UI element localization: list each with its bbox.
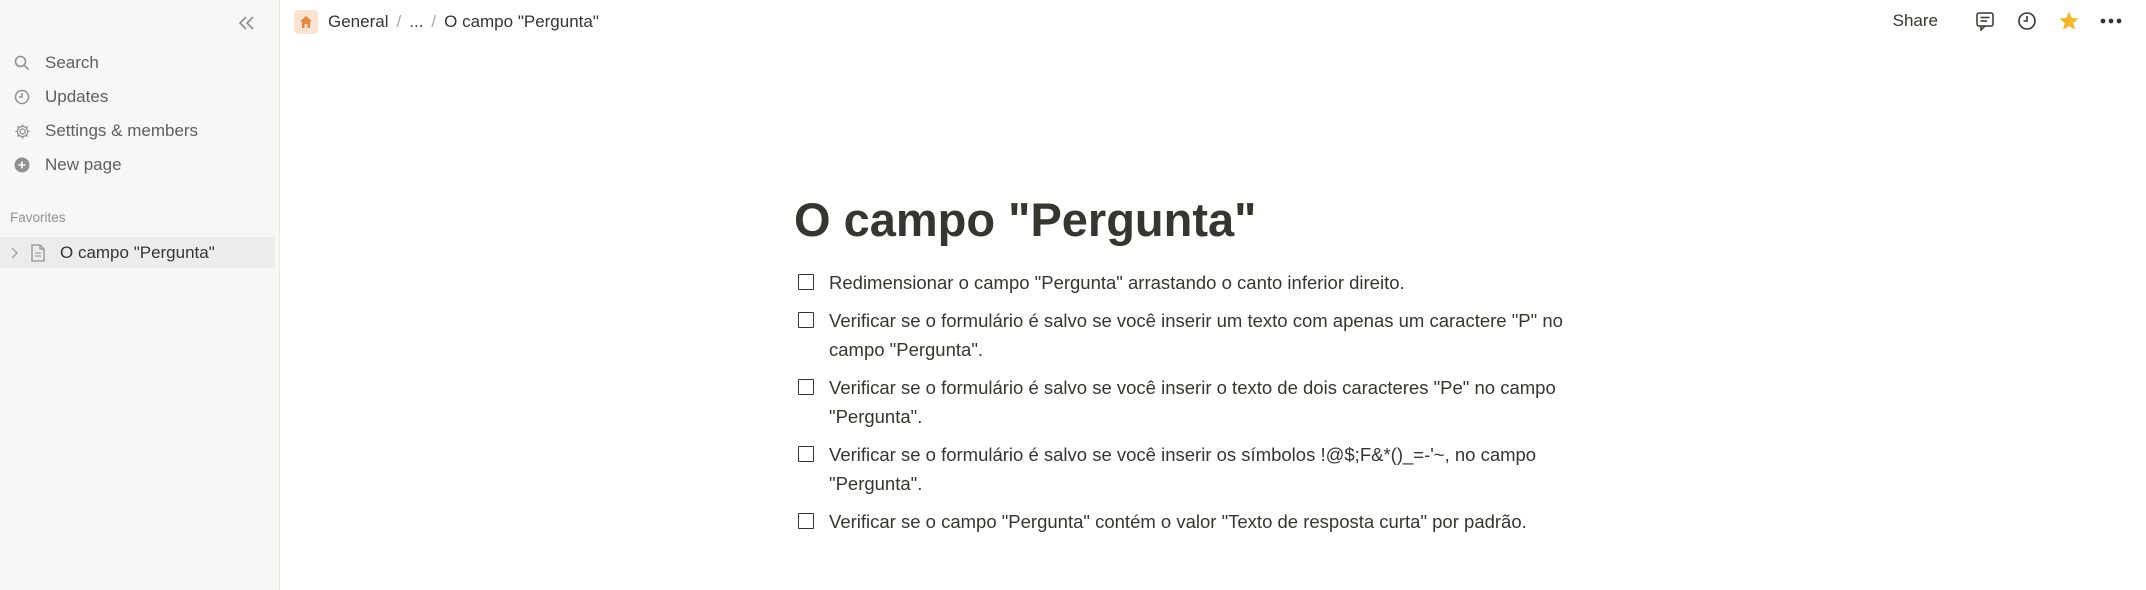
sidebar-item-settings[interactable]: Settings & members — [0, 114, 279, 148]
favorite-page-label: O campo "Pergunta" — [60, 242, 215, 262]
page-icon — [30, 243, 48, 262]
page-title[interactable]: O campo "Pergunta" — [794, 190, 1594, 250]
plus-circle-icon — [13, 156, 31, 174]
comment-icon[interactable] — [1972, 8, 1998, 34]
sidebar-item-search[interactable]: Search — [0, 46, 279, 80]
more-options-icon[interactable] — [2098, 8, 2124, 34]
breadcrumb-workspace[interactable]: General — [324, 10, 392, 34]
todo-text[interactable]: Verificar se o formulário é salvo se voc… — [829, 440, 1589, 498]
collapse-sidebar-button[interactable] — [234, 10, 260, 36]
todo-item: Verificar se o campo "Pergunta" contém o… — [794, 507, 1594, 536]
history-icon[interactable] — [2014, 8, 2040, 34]
todo-text[interactable]: Verificar se o formulário é salvo se voc… — [829, 373, 1589, 431]
todo-checkbox[interactable] — [798, 312, 814, 328]
double-chevron-left-icon — [238, 16, 254, 30]
sidebar-nav: Search Updates Settings & members New pa… — [0, 46, 279, 182]
share-button[interactable]: Share — [1893, 11, 1938, 31]
sidebar-item-label: Updates — [45, 87, 109, 106]
app-window: Search Updates Settings & members New pa… — [0, 0, 2146, 590]
sidebar: Search Updates Settings & members New pa… — [0, 0, 280, 590]
todo-checkbox[interactable] — [798, 274, 814, 290]
todo-item: Verificar se o formulário é salvo se voc… — [794, 373, 1594, 431]
favorites-header: Favorites — [10, 210, 66, 225]
todo-item: Verificar se o formulário é salvo se voc… — [794, 440, 1594, 498]
todo-item: Verificar se o formulário é salvo se voc… — [794, 306, 1594, 364]
chevron-right-icon[interactable] — [10, 247, 26, 259]
breadcrumb-separator: / — [431, 12, 437, 31]
todo-checkbox[interactable] — [798, 379, 814, 395]
topbar-actions: Share — [1893, 8, 2124, 34]
breadcrumb-ellipsis[interactable]: ... — [405, 10, 427, 34]
star-icon[interactable] — [2056, 8, 2082, 34]
sidebar-item-label: Search — [45, 53, 99, 72]
todo-text[interactable]: Verificar se o formulário é salvo se voc… — [829, 306, 1589, 364]
sidebar-item-new-page[interactable]: New page — [0, 148, 279, 182]
todo-text[interactable]: Verificar se o campo "Pergunta" contém o… — [829, 507, 1589, 536]
favorite-page-item[interactable]: O campo "Pergunta" — [0, 237, 275, 268]
todo-text[interactable]: Redimensionar o campo "Pergunta" arrasta… — [829, 268, 1589, 297]
sidebar-item-label: Settings & members — [45, 121, 199, 140]
breadcrumb-current-page[interactable]: O campo "Pergunta" — [440, 10, 603, 34]
sidebar-item-updates[interactable]: Updates — [0, 80, 279, 114]
breadcrumb-separator: / — [396, 12, 402, 31]
sidebar-item-label: New page — [45, 155, 122, 174]
todo-item: Redimensionar o campo "Pergunta" arrasta… — [794, 268, 1594, 297]
home-icon[interactable] — [294, 10, 318, 34]
topbar: General / ... / O campo "Pergunta" Share — [280, 0, 2146, 46]
search-icon — [13, 54, 31, 72]
todo-checkbox[interactable] — [798, 513, 814, 529]
clock-icon — [13, 88, 31, 106]
page-content: O campo "Pergunta" Redimensionar o campo… — [794, 190, 1594, 545]
gear-icon — [13, 122, 31, 140]
breadcrumb: General / ... / O campo "Pergunta" — [294, 10, 603, 34]
todo-checkbox[interactable] — [798, 446, 814, 462]
